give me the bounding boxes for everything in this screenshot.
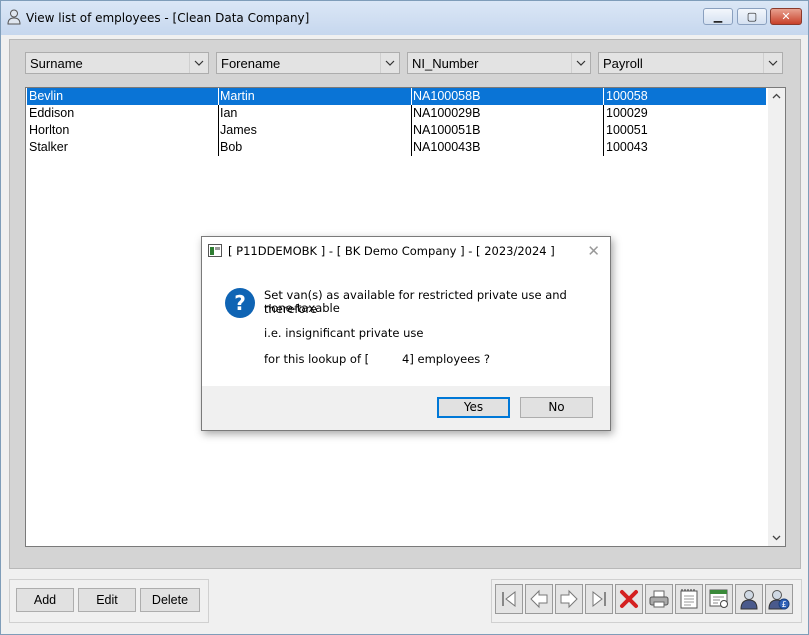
print-button[interactable] <box>645 584 673 614</box>
surname-cell: Stalker <box>29 140 68 154</box>
surname-cell: Horlton <box>29 123 70 137</box>
payroll-cell: 100051 <box>606 123 648 137</box>
chevron-down-icon[interactable] <box>763 53 782 73</box>
delete-record-icon <box>620 590 638 608</box>
add-button[interactable]: Add <box>16 588 74 612</box>
forename-cell: Ian <box>220 106 238 120</box>
scroll-down-icon[interactable] <box>768 529 785 546</box>
dialog-message-line2: none-taxable <box>264 301 340 315</box>
payroll-cell: 100043 <box>606 140 648 154</box>
ni-number-cell: NA100029B <box>413 106 481 120</box>
employee-button[interactable] <box>735 584 763 614</box>
payroll-filter-dropdown[interactable]: Payroll <box>598 52 783 74</box>
ni-number-cell: NA100043B <box>413 140 481 154</box>
print-icon <box>649 590 669 608</box>
surname-filter-label: Surname <box>30 56 83 71</box>
svg-text:?: ? <box>234 291 246 315</box>
employee-icon <box>740 590 758 610</box>
notes-button[interactable] <box>675 584 703 614</box>
forename-filter-label: Forename <box>221 56 281 71</box>
question-icon: ? <box>225 288 255 318</box>
first-record-button[interactable] <box>495 584 523 614</box>
close-button[interactable]: ✕ <box>770 8 802 25</box>
notes-icon <box>680 589 698 609</box>
ni-number-filter-label: NI_Number <box>412 56 479 71</box>
forename-filter-dropdown[interactable]: Forename <box>216 52 400 74</box>
surname-cell: Bevlin <box>29 89 64 103</box>
title-bar: View list of employees - [Clean Data Com… <box>1 1 808 35</box>
surname-cell: Eddison <box>29 106 75 120</box>
person-icon <box>7 9 21 25</box>
dialog-title: [ P11DDEMOBK ] - [ BK Demo Company ] - [… <box>228 244 555 258</box>
minimize-button[interactable]: ▁ <box>703 8 733 25</box>
confirmation-dialog: [ P11DDEMOBK ] - [ BK Demo Company ] - [… <box>201 236 611 431</box>
ni-number-filter-dropdown[interactable]: NI_Number <box>407 52 591 74</box>
payroll-cell: 100029 <box>606 106 648 120</box>
next-record-button[interactable] <box>555 584 583 614</box>
chevron-down-icon[interactable] <box>189 53 208 73</box>
close-icon: ✕ <box>781 10 791 23</box>
report-button[interactable] <box>705 584 733 614</box>
window-title: View list of employees - [Clean Data Com… <box>26 11 310 25</box>
last-record-button[interactable] <box>585 584 613 614</box>
previous-record-button[interactable] <box>525 584 553 614</box>
ni-number-cell: NA100058B <box>413 89 481 103</box>
edit-button[interactable]: Edit <box>78 588 136 612</box>
previous-record-icon <box>530 589 548 609</box>
first-record-icon <box>502 590 516 608</box>
maximize-button[interactable]: ▢ <box>737 8 767 25</box>
last-record-icon <box>592 590 606 608</box>
forename-cell: Bob <box>220 140 243 154</box>
vertical-scrollbar[interactable] <box>768 88 785 546</box>
chevron-down-icon[interactable] <box>380 53 399 73</box>
forename-cell: Martin <box>220 89 255 103</box>
ni-number-cell: NA100051B <box>413 123 481 137</box>
dialog-close-icon[interactable]: ✕ <box>587 242 600 260</box>
minimize-icon: ▁ <box>713 10 723 23</box>
next-record-icon <box>560 589 578 609</box>
payroll-cell: 100058 <box>606 89 648 103</box>
surname-filter-dropdown[interactable]: Surname <box>25 52 209 74</box>
list-item[interactable]: Stalker Bob NA100043B 100043 <box>27 139 766 156</box>
list-item[interactable]: Eddison Ian NA100029B 100029 <box>27 105 766 122</box>
list-item[interactable]: Bevlin Martin NA100058B 100058 <box>27 88 766 105</box>
maximize-icon: ▢ <box>746 10 758 23</box>
dialog-message-line4: for this lookup of [ 4] employees ? <box>264 352 491 366</box>
payroll-filter-label: Payroll <box>603 56 643 71</box>
report-icon <box>709 589 728 608</box>
dialog-message-line3: i.e. insignificant private use <box>264 326 424 340</box>
chevron-down-icon[interactable] <box>571 53 590 73</box>
scroll-up-icon[interactable] <box>768 88 785 105</box>
no-button[interactable]: No <box>520 397 593 418</box>
app-icon <box>208 244 222 257</box>
employee-pay-icon: £ <box>768 590 790 610</box>
svg-text:£: £ <box>781 600 786 609</box>
yes-button[interactable]: Yes <box>437 397 510 418</box>
list-item[interactable]: Horlton James NA100051B 100051 <box>27 122 766 139</box>
forename-cell: James <box>220 123 257 137</box>
delete-record-button[interactable] <box>615 584 643 614</box>
employee-pay-button[interactable]: £ <box>765 584 793 614</box>
delete-button[interactable]: Delete <box>140 588 200 612</box>
